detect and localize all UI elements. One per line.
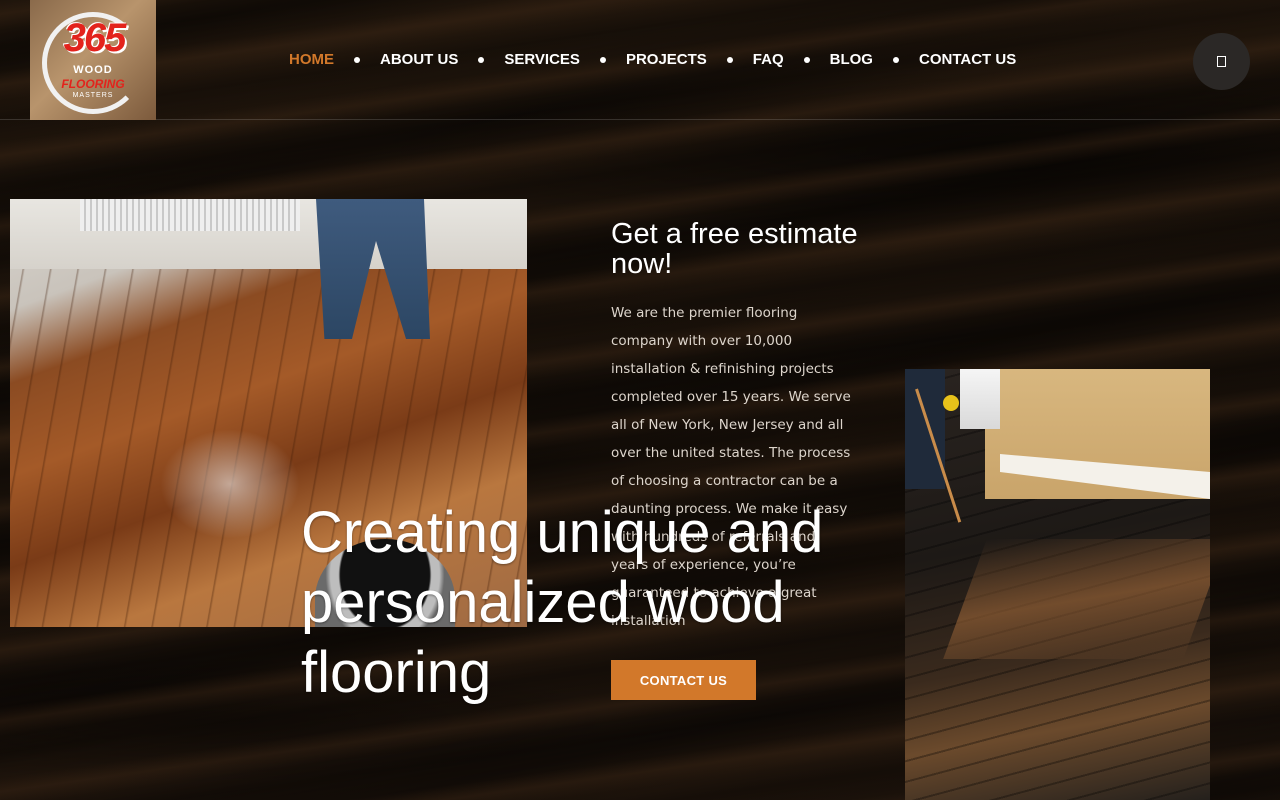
photo-glove xyxy=(943,395,959,411)
photo-window xyxy=(960,369,1000,429)
nav-separator-dot xyxy=(599,57,606,63)
menu-toggle-button[interactable] xyxy=(1193,33,1250,90)
main-nav: HOME ABOUT US SERVICES PROJECTS FAQ BLOG… xyxy=(289,49,1016,71)
photo-radiator xyxy=(80,199,300,231)
logo-line-flooring: FLOORING xyxy=(61,77,125,91)
nav-faq[interactable]: FAQ xyxy=(753,49,784,71)
nav-projects[interactable]: PROJECTS xyxy=(626,49,707,71)
logo[interactable]: 365 WOOD FLOORING MASTERS xyxy=(30,0,156,120)
nav-separator-dot xyxy=(478,57,485,63)
square-icon xyxy=(1217,56,1226,67)
nav-services[interactable]: SERVICES xyxy=(504,49,580,71)
photo-worker xyxy=(316,199,430,339)
nav-home[interactable]: HOME xyxy=(289,49,334,71)
nav-separator-dot xyxy=(726,57,733,63)
nav-separator-dot xyxy=(354,57,360,63)
logo-line-masters: MASTERS xyxy=(72,92,114,99)
estimate-title: Get a free estimate now! xyxy=(611,218,858,280)
logo-number: 365 xyxy=(63,16,127,60)
site-header: 365 WOOD FLOORING MASTERS HOME ABOUT US … xyxy=(0,0,1280,120)
nav-blog[interactable]: BLOG xyxy=(830,49,873,71)
photo-floor-shine xyxy=(160,429,300,539)
nav-about-us[interactable]: ABOUT US xyxy=(380,49,458,71)
logo-line-wood: WOOD xyxy=(73,64,113,76)
nav-separator-dot xyxy=(803,57,810,63)
refinishing-photo-right xyxy=(905,369,1210,800)
photo-worker xyxy=(905,369,945,489)
nav-separator-dot xyxy=(892,57,899,63)
contact-us-button[interactable]: CONTACT US xyxy=(611,660,756,700)
hero-title: Creating unique and personalized wood fl… xyxy=(301,500,824,705)
nav-contact-us[interactable]: CONTACT US xyxy=(919,49,1016,71)
photo-sunlight xyxy=(943,539,1210,659)
